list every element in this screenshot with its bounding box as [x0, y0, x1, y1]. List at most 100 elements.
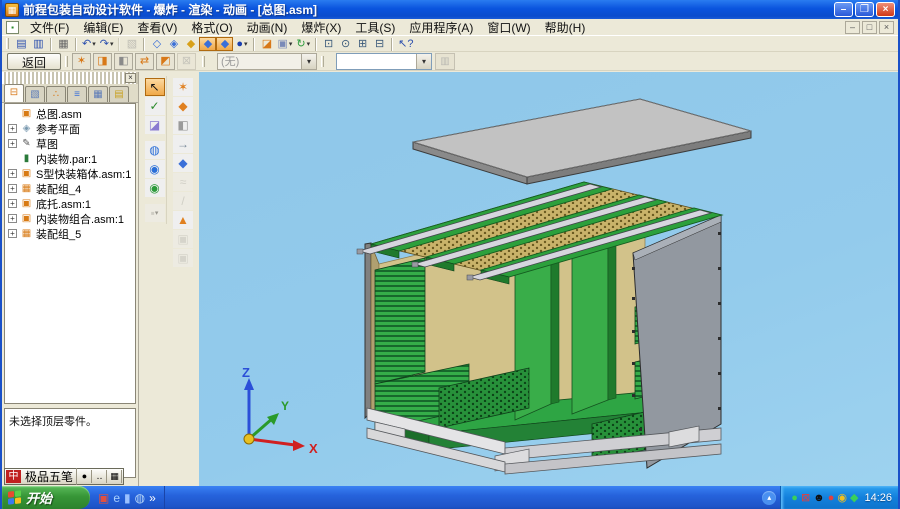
tab-sensors[interactable]: ▦ — [88, 86, 108, 102]
save-icon[interactable]: ▤ — [13, 37, 30, 51]
explode-manual-icon[interactable]: ◆ — [173, 97, 193, 115]
print-icon[interactable]: ▦ — [55, 37, 72, 51]
ime-keyboard-icon[interactable]: ▦ — [108, 470, 122, 483]
menu-tools[interactable]: 工具(S) — [348, 18, 402, 37]
expand-icon[interactable]: + — [8, 199, 17, 208]
tray-shield-icon[interactable]: ◆ — [850, 487, 858, 509]
tab-library[interactable]: ▤ — [109, 86, 129, 102]
tree-item[interactable]: + 内装物组合.asm:1 — [5, 211, 135, 226]
3d-model-scene[interactable]: Z Y X — [199, 72, 900, 486]
pan-icon[interactable]: ⊟ — [371, 37, 388, 51]
zoom-area-icon[interactable]: ⊡ — [320, 37, 337, 51]
save-as-icon[interactable]: ▥ — [30, 37, 47, 51]
paste-icon[interactable]: ▧ — [123, 37, 140, 51]
menu-view[interactable]: 查看(V) — [130, 18, 184, 37]
tab-assembly-tree[interactable]: ⊟ — [4, 84, 24, 102]
tray-user-icon[interactable]: ● — [791, 487, 798, 509]
menu-applications[interactable]: 应用程序(A) — [402, 18, 480, 37]
unexplode-icon[interactable]: ◧ — [114, 53, 133, 70]
tree-item[interactable]: + 参考平面 — [5, 121, 135, 136]
tab-layers[interactable]: ≡ — [67, 86, 87, 102]
tree-item[interactable]: + 总图.asm — [5, 106, 135, 121]
bind-group-icon[interactable]: ≈ — [173, 173, 193, 191]
window-layout-icon[interactable]: ▣ — [275, 37, 294, 51]
tray-security-icon[interactable]: ● — [828, 487, 835, 509]
minimize-button[interactable]: – — [834, 2, 853, 17]
toolbar-grip[interactable] — [202, 56, 205, 67]
back-button[interactable]: 返回 — [7, 53, 61, 70]
toolbar-grip[interactable] — [321, 56, 324, 67]
auto-explode-icon[interactable]: ✶ — [72, 53, 91, 70]
tray-chevron-icon[interactable]: ▴ — [762, 491, 776, 505]
refresh-icon[interactable]: ↻ — [294, 37, 312, 51]
quicklaunch-media-icon[interactable]: ▣ — [98, 487, 109, 509]
restore-button[interactable]: ❐ — [855, 2, 874, 17]
expand-icon[interactable]: + — [8, 169, 17, 178]
quicklaunch-messenger-icon[interactable]: ▮ — [124, 487, 131, 509]
part-color-icon[interactable]: ◆ — [182, 37, 199, 51]
iso-view-icon[interactable]: ◆ — [199, 37, 216, 51]
select-tool-icon[interactable]: ↖ — [145, 78, 165, 96]
menu-help[interactable]: 帮助(H) — [538, 18, 593, 37]
render-wireframe-icon[interactable]: ◍ — [145, 141, 165, 159]
close-button[interactable]: × — [876, 2, 895, 17]
flow-line-icon[interactable]: → — [173, 135, 193, 153]
expand-icon[interactable]: + — [8, 229, 17, 238]
ime-mode-icon[interactable]: 中 — [6, 470, 21, 483]
tree-item[interactable]: + 装配组_5 — [5, 226, 135, 241]
view-orientation-icon[interactable]: ● — [233, 37, 250, 51]
tree-item[interactable]: + S型快装箱体.asm:1 — [5, 166, 135, 181]
ime-bar[interactable]: 中 极品五笔 ● ‥ ▦ — [4, 468, 124, 485]
quicklaunch-overflow[interactable]: » — [149, 487, 156, 509]
child-minimize-button[interactable]: – — [845, 21, 860, 34]
undo-icon[interactable]: ↶ — [80, 37, 98, 51]
select-options-icon[interactable]: ✓ — [145, 97, 165, 115]
erase-icon[interactable]: ◪ — [145, 116, 165, 134]
save-configuration-button[interactable]: ▥ — [435, 53, 455, 70]
expand-icon[interactable]: + — [8, 124, 17, 133]
render-shaded-edges-icon[interactable]: ◉ — [145, 179, 165, 197]
shaded-view-icon[interactable]: ◇ — [148, 37, 165, 51]
display-configuration-combobox[interactable]: ▾ — [336, 53, 432, 70]
configuration-combobox[interactable]: (无) ▾ — [217, 53, 317, 70]
tray-coin-icon[interactable]: ◉ — [837, 487, 847, 509]
toolbar-grip[interactable] — [6, 38, 9, 49]
tab-alternate-assemblies[interactable]: ▧ — [25, 86, 45, 102]
menu-window[interactable]: 窗口(W) — [480, 18, 537, 37]
expand-icon[interactable]: + — [8, 184, 17, 193]
menu-animation[interactable]: 动画(N) — [240, 18, 295, 37]
lid-panel[interactable] — [413, 99, 751, 184]
wireframe-view-icon[interactable]: ◈ — [165, 37, 182, 51]
tab-patterns[interactable]: ∴ — [46, 86, 66, 102]
redo-icon[interactable]: ↷ — [98, 37, 116, 51]
modify-explode-icon[interactable]: ◆ — [173, 154, 193, 172]
window-b-icon[interactable]: ▣ — [173, 249, 193, 267]
explode-icon[interactable]: ◨ — [93, 53, 112, 70]
reposition-icon[interactable]: ◧ — [173, 116, 193, 134]
ime-name[interactable]: 极品五笔 — [22, 468, 77, 485]
menu-format[interactable]: 格式(O) — [184, 18, 239, 37]
quicklaunch-ie-icon[interactable]: e — [113, 487, 120, 509]
expand-icon[interactable]: + — [8, 139, 17, 148]
tray-network-error-icon[interactable]: ⊠ — [801, 487, 810, 509]
document-icon[interactable]: ▪ — [6, 21, 19, 34]
tree-item[interactable]: + 装配组_4 — [5, 181, 135, 196]
fit-view-icon[interactable]: ⊞ — [354, 37, 371, 51]
explode-auto-icon[interactable]: ✶ — [173, 78, 193, 96]
explode-order-icon[interactable]: ▲ — [173, 211, 193, 229]
window-a-icon[interactable]: ▣ — [173, 230, 193, 248]
render-shaded-icon[interactable]: ◉ — [145, 160, 165, 178]
collapse-icon[interactable]: ⊠ — [177, 53, 196, 70]
dimetric-view-icon[interactable]: ◆ — [216, 37, 233, 51]
quicklaunch-desktop-icon[interactable]: ◍ — [135, 487, 145, 509]
tray-qq-icon[interactable]: ☻ — [813, 487, 825, 509]
application-button-icon[interactable]: ◪ — [258, 37, 275, 51]
toolbar-grip[interactable] — [65, 56, 68, 67]
expand-icon[interactable]: + — [8, 214, 17, 223]
more-tools-icon[interactable]: ▪ — [145, 204, 165, 222]
child-restore-button[interactable]: □ — [862, 21, 877, 34]
tree-item[interactable]: + 草图 — [5, 136, 135, 151]
child-close-button[interactable]: × — [879, 21, 894, 34]
menu-edit[interactable]: 编辑(E) — [76, 18, 130, 37]
ime-symbol-icon[interactable]: ‥ — [93, 470, 107, 483]
